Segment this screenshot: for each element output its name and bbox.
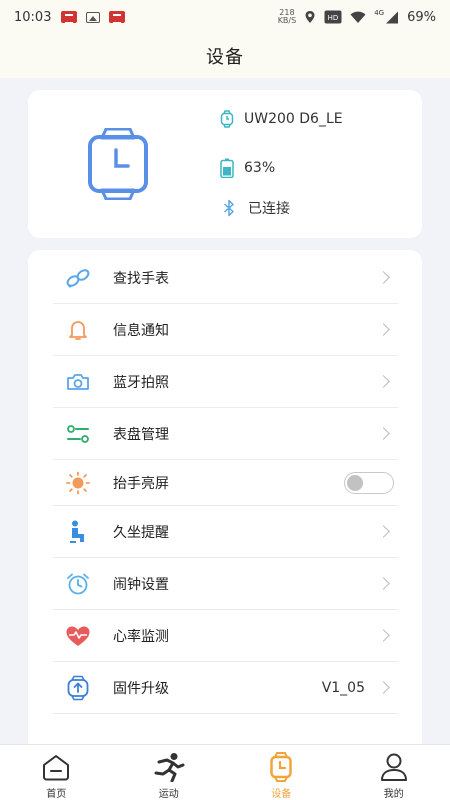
app-notification-icon [61,11,78,24]
watch-icon [220,110,234,128]
chevron-right-icon [377,427,390,440]
menu-label: 表盘管理 [113,426,169,443]
image-notification-icon [86,11,101,23]
chevron-right-icon [377,629,390,642]
menu-notifications[interactable]: 信息通知 [53,304,398,356]
menu-sedentary-reminder[interactable]: 久坐提醒 [53,506,398,558]
tab-mine[interactable]: 我的 [338,745,450,800]
signal-icon [386,11,399,23]
tab-label: 首页 [46,789,67,800]
menu-raise-to-wake: 抬手亮屏 [53,460,398,506]
menu-label: 心率监测 [113,628,169,645]
wifi-icon [350,11,366,23]
device-name: UW200 D6_LE [244,111,343,127]
chevron-right-icon [377,323,390,336]
sliders-icon [65,421,91,447]
firmware-version: V1_05 [321,679,365,696]
tab-sport[interactable]: 运动 [113,745,226,800]
tab-device[interactable]: 设备 [225,745,338,800]
svg-text:HD: HD [328,14,339,22]
menu-label: 闹钟设置 [113,576,169,593]
upgrade-icon [65,675,91,701]
sitting-icon [65,519,91,545]
menu-find-watch[interactable]: 查找手表 [53,252,398,304]
menu-label: 久坐提醒 [113,524,169,541]
device-battery: 63% [244,160,276,176]
bottom-tab-bar: 首页 运动 设备 我的 [0,744,450,800]
status-indicators: 218 KB/S HD 4G 69% [278,9,436,25]
run-icon [153,751,185,783]
chevron-right-icon [377,375,390,388]
sun-icon [65,470,91,496]
bluetooth-icon [224,199,234,217]
watch-icon [270,751,292,783]
chevron-right-icon [377,681,390,694]
network-speed: 218 KB/S [277,8,297,25]
toggle-knob [347,474,363,491]
battery-percent: 69% [407,9,436,25]
network-type: 4G [374,9,385,17]
settings-menu: 查找手表 信息通知 蓝牙拍照 表盘管理 抬手亮屏 久坐提醒 闹钟设置 心率监测 … [28,250,422,750]
menu-watchface[interactable]: 表盘管理 [53,408,398,460]
heart-rate-icon [65,623,91,649]
chevron-right-icon [377,271,390,284]
chevron-right-icon [377,525,390,538]
app-notification-icon [109,11,126,24]
title-bar: 设备 [0,34,450,78]
device-name-row: UW200 D6_LE [216,110,343,128]
alarm-icon [65,571,91,597]
chevron-right-icon [377,577,390,590]
tab-home[interactable]: 首页 [0,745,113,800]
menu-label: 查找手表 [113,270,169,287]
link-icon [65,265,91,291]
tab-label: 设备 [271,789,292,800]
tab-label: 运动 [158,789,179,800]
menu-alarm[interactable]: 闹钟设置 [53,558,398,610]
menu-label: 信息通知 [113,322,169,339]
menu-firmware-upgrade[interactable]: 固件升级 V1_05 [53,662,398,714]
location-icon [305,11,315,23]
battery-icon [220,158,234,178]
menu-label: 固件升级 [113,680,169,697]
raise-to-wake-toggle[interactable] [344,471,394,494]
page-title: 设备 [206,47,244,68]
menu-label: 蓝牙拍照 [113,374,169,391]
device-battery-row: 63% [216,158,275,178]
device-card[interactable]: UW200 D6_LE 63% 已连接 [28,90,422,238]
connection-status: 已连接 [248,201,290,217]
status-bar: 10:03 218 KB/S HD 4G 69% [0,0,450,34]
bell-icon [65,317,91,343]
menu-heart-rate[interactable]: 心率监测 [53,610,398,662]
connection-row: 已连接 [216,198,290,218]
menu-label: 抬手亮屏 [113,475,169,492]
home-icon [41,751,71,783]
volte-icon: HD [324,10,342,24]
status-time: 10:03 [14,9,52,25]
watch-image-icon [88,128,148,200]
camera-icon [65,369,91,395]
menu-bluetooth-camera[interactable]: 蓝牙拍照 [53,356,398,408]
user-icon [379,751,409,783]
tab-label: 我的 [383,789,404,800]
